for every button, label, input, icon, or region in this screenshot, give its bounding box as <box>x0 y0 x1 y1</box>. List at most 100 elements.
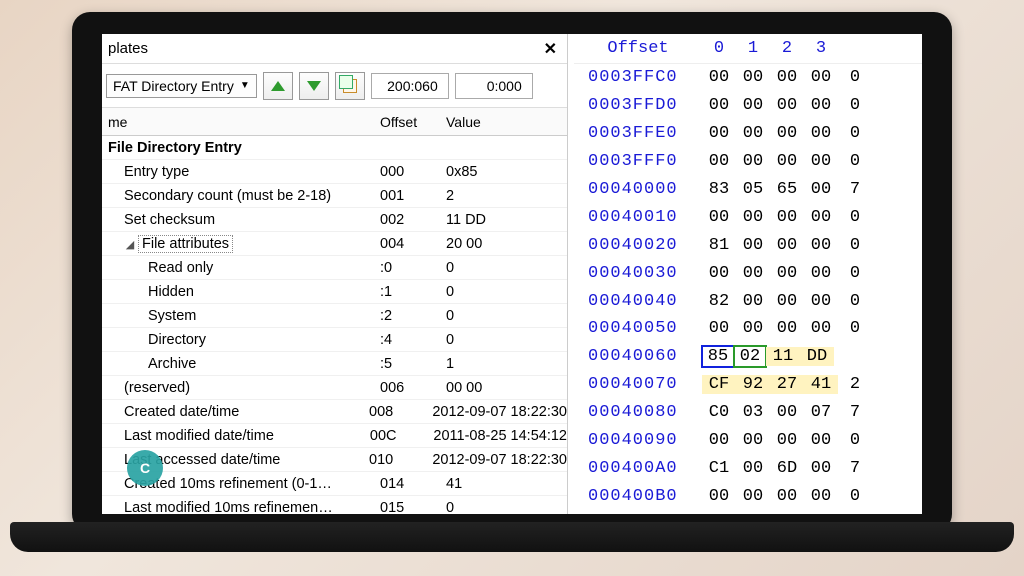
hex-byte[interactable]: 00 <box>770 124 804 143</box>
hex-byte[interactable]: 00 <box>702 152 736 171</box>
tree-row[interactable]: Created 10ms refinement (0-1…01441 <box>102 472 567 496</box>
prev-button[interactable] <box>263 72 293 100</box>
hex-byte[interactable]: 00 <box>804 431 838 450</box>
hex-byte[interactable]: 00 <box>702 68 736 87</box>
hex-row[interactable]: 000400A0C1006D007 <box>574 454 922 482</box>
hex-row[interactable]: 00040070CF9227412 <box>574 371 922 399</box>
hex-byte[interactable]: 00 <box>770 208 804 227</box>
hex-byte[interactable]: 00 <box>770 487 804 506</box>
hex-byte[interactable]: 00 <box>702 264 736 283</box>
hex-byte[interactable]: 00 <box>736 459 770 478</box>
hex-row[interactable]: 0003FFF0000000000 <box>574 148 922 176</box>
tree-row[interactable]: Directory:40 <box>102 328 567 352</box>
hex-byte[interactable]: 00 <box>804 68 838 87</box>
expander-icon[interactable]: ◢ <box>124 238 136 251</box>
hex-row[interactable]: 00040000830565007 <box>574 176 922 204</box>
hex-byte[interactable]: 7 <box>838 459 872 478</box>
hex-byte[interactable]: 82 <box>702 292 736 311</box>
hex-byte[interactable]: 05 <box>736 180 770 199</box>
tree-row[interactable]: Last modified 10ms refinemen…0150 <box>102 496 567 514</box>
hex-byte[interactable]: 07 <box>804 403 838 422</box>
hex-row[interactable]: 0003FFD0000000000 <box>574 92 922 120</box>
hex-byte[interactable]: 00 <box>736 264 770 283</box>
hex-byte[interactable]: 00 <box>770 264 804 283</box>
hex-byte[interactable]: 00 <box>736 208 770 227</box>
col-name-header[interactable]: me <box>102 114 380 130</box>
hex-byte[interactable]: 00 <box>804 487 838 506</box>
col-offset-header[interactable]: Offset <box>380 114 442 130</box>
hex-byte[interactable]: 0 <box>838 264 872 283</box>
hex-byte[interactable]: 00 <box>736 431 770 450</box>
hex-byte[interactable]: 00 <box>804 96 838 115</box>
hex-byte[interactable]: 00 <box>804 236 838 255</box>
hex-byte[interactable]: 00 <box>736 124 770 143</box>
hex-byte[interactable]: 00 <box>702 431 736 450</box>
hex-byte[interactable]: 0 <box>838 208 872 227</box>
hex-byte[interactable]: CF <box>702 375 736 394</box>
hex-byte[interactable]: C0 <box>702 403 736 422</box>
tree-row[interactable]: Created date/time0082012-09-07 18:22:30 <box>102 400 567 424</box>
hex-byte[interactable]: 00 <box>804 152 838 171</box>
hex-byte[interactable]: 00 <box>736 487 770 506</box>
hex-byte[interactable]: 00 <box>736 152 770 171</box>
hex-byte[interactable]: 92 <box>736 375 770 394</box>
hex-byte[interactable]: 0 <box>838 124 872 143</box>
tree-row[interactable]: Hidden:10 <box>102 280 567 304</box>
hex-byte[interactable]: 00 <box>770 403 804 422</box>
hex-row[interactable]: 00040090000000000 <box>574 427 922 455</box>
hex-byte[interactable]: 85 <box>701 345 735 368</box>
hex-byte[interactable]: 6D <box>770 459 804 478</box>
hex-byte[interactable]: 11 <box>766 347 800 366</box>
hex-byte[interactable]: 00 <box>770 292 804 311</box>
tree-row[interactable]: Entry type0000x85 <box>102 160 567 184</box>
hex-byte[interactable]: 00 <box>804 292 838 311</box>
hex-byte[interactable]: 83 <box>702 180 736 199</box>
hex-byte[interactable]: 0 <box>838 292 872 311</box>
hex-byte[interactable]: 0 <box>838 319 872 338</box>
hex-row[interactable]: 00040040820000000 <box>574 287 922 315</box>
hex-byte[interactable]: 0 <box>838 96 872 115</box>
hex-byte[interactable]: 7 <box>838 180 872 199</box>
hex-byte[interactable]: 00 <box>770 152 804 171</box>
hex-byte[interactable]: 00 <box>770 68 804 87</box>
hex-row[interactable]: 00040050000000000 <box>574 315 922 343</box>
hex-byte[interactable]: DD <box>800 347 834 366</box>
hex-byte[interactable]: 81 <box>702 236 736 255</box>
hex-row[interactable]: 000400C0850246762 <box>574 510 922 514</box>
col-value-header[interactable]: Value <box>442 114 567 130</box>
hex-byte[interactable]: 00 <box>804 319 838 338</box>
hex-byte[interactable]: 0 <box>838 431 872 450</box>
hex-byte[interactable]: 65 <box>770 180 804 199</box>
hex-byte[interactable]: 0 <box>838 68 872 87</box>
hex-row[interactable]: 0003FFC0000000000 <box>574 64 922 92</box>
hex-byte[interactable]: 00 <box>770 96 804 115</box>
hex-row[interactable]: 00040060850211DD <box>574 343 922 371</box>
hex-byte[interactable]: C1 <box>702 459 736 478</box>
hex-byte[interactable]: 00 <box>702 208 736 227</box>
hex-byte[interactable]: 00 <box>770 319 804 338</box>
hex-byte[interactable]: 41 <box>804 375 838 394</box>
hex-byte[interactable]: 00 <box>736 292 770 311</box>
hex-byte[interactable]: 00 <box>736 319 770 338</box>
time-field[interactable]: 0:000 <box>455 73 533 99</box>
next-button[interactable] <box>299 72 329 100</box>
hex-byte[interactable]: 00 <box>770 236 804 255</box>
hex-byte[interactable]: 00 <box>702 124 736 143</box>
copy-button[interactable] <box>335 72 365 100</box>
hex-byte[interactable]: 00 <box>736 68 770 87</box>
hex-byte[interactable]: 00 <box>804 264 838 283</box>
template-dropdown[interactable]: FAT Directory Entry ▼ <box>106 74 257 98</box>
hex-row[interactable]: 0003FFE0000000000 <box>574 120 922 148</box>
hex-body[interactable]: 0003FFC00000000000003FFD00000000000003FF… <box>574 64 922 514</box>
hex-row[interactable]: 00040010000000000 <box>574 203 922 231</box>
hex-byte[interactable]: 00 <box>804 459 838 478</box>
hex-row[interactable]: 000400B0000000000 <box>574 482 922 510</box>
hex-byte[interactable]: 0 <box>838 152 872 171</box>
hex-byte[interactable]: 7 <box>838 403 872 422</box>
hex-byte[interactable]: 00 <box>736 96 770 115</box>
tree-row[interactable]: System:20 <box>102 304 567 328</box>
hex-byte[interactable]: 00 <box>804 124 838 143</box>
hex-byte[interactable]: 27 <box>770 375 804 394</box>
hex-byte[interactable]: 00 <box>804 180 838 199</box>
template-tree[interactable]: File Directory EntryEntry type0000x85Sec… <box>102 136 567 514</box>
